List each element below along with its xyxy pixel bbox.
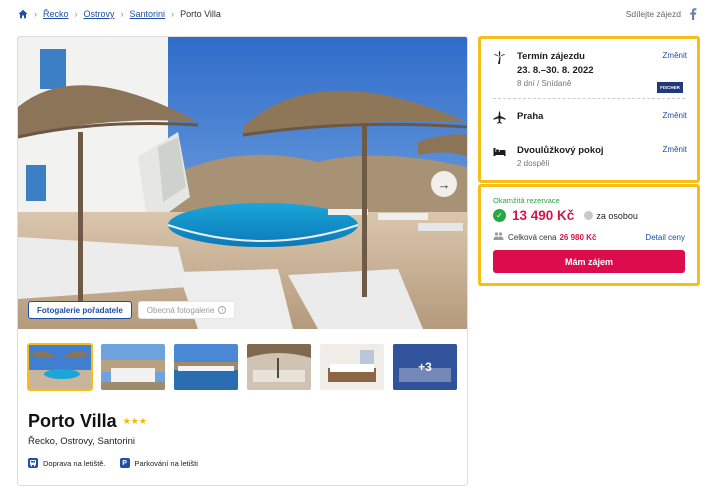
amenity-airport-transfer: Doprava na letiště. — [28, 458, 106, 468]
person-icon — [584, 211, 594, 220]
thumbnail-5[interactable] — [320, 344, 384, 390]
departure-city: Praha — [517, 111, 544, 122]
thumbnail-3[interactable] — [174, 344, 238, 390]
amenity-airport-parking: P Parkování na letišti — [119, 458, 198, 468]
tab-organizer-gallery[interactable]: Fotogalerie pořadatele — [28, 301, 132, 319]
total-price-label: Celková cena — [508, 232, 557, 242]
more-photos-count: +3 — [393, 344, 457, 390]
term-title: Termín zájezdu — [517, 51, 585, 62]
hero-photo[interactable] — [18, 37, 467, 329]
departure-row: Praha Změnit — [493, 111, 687, 125]
term-detail: 8 dní / Snídaně — [517, 79, 572, 88]
thumbnail-1[interactable] — [27, 343, 93, 391]
total-price-row: Celková cena 26 980 Kč Detail ceny — [493, 232, 685, 242]
change-room-link[interactable]: Změnit — [663, 145, 687, 168]
operator-logo: FISCHER — [657, 82, 683, 93]
share-label: Sdílejte zájezd — [625, 9, 681, 19]
share-link[interactable]: Sdílejte zájezd — [626, 8, 697, 20]
home-icon[interactable] — [18, 9, 28, 19]
per-person-label: za osobou — [596, 210, 638, 221]
chevron-right-icon: › — [171, 9, 175, 19]
amenity-label: Parkování na letišti — [134, 458, 198, 468]
gallery-tabs: Fotogalerie pořadatele Obecná fotogaleri… — [28, 301, 236, 319]
breadcrumb-current: Porto Villa — [180, 9, 221, 19]
info-icon[interactable]: i — [218, 306, 227, 314]
per-person: za osobou — [584, 211, 638, 221]
airplane-icon — [493, 111, 507, 125]
room-row: Dvoulůžkový pokoj 2 dospělí Změnit — [493, 145, 687, 168]
price-detail-link[interactable]: Detail ceny — [645, 233, 685, 242]
hotel-name: Porto Villa — [28, 411, 117, 431]
tab-label: Obecná fotogalerie — [146, 305, 215, 315]
breadcrumb: › Řecko › Ostrovy › Santorini › Porto Vi… — [18, 8, 221, 20]
star-rating: ★★★ — [122, 416, 147, 426]
thumbnail-2[interactable] — [101, 344, 165, 390]
hotel-location: Řecko, Ostrovy, Santorini — [28, 436, 136, 447]
breadcrumb-link-recko[interactable]: Řecko — [43, 9, 69, 19]
facebook-icon[interactable] — [689, 8, 697, 20]
hotel-title: Porto Villa ★★★ — [28, 411, 147, 432]
guest-count: 2 dospělí — [517, 159, 550, 168]
trip-summary: Termín zájezdu 23. 8.–30. 8. 2022 8 dní … — [478, 36, 700, 183]
change-departure-link[interactable]: Změnit — [663, 111, 687, 125]
price-box: Okamžitá rezervace ✓ 13 490 Kč za osobou… — [478, 184, 700, 286]
instant-booking-label: Okamžitá rezervace — [493, 196, 560, 205]
thumbnail-6[interactable]: +3 — [393, 344, 457, 390]
bed-icon — [493, 145, 507, 159]
total-price: 26 980 Kč — [559, 232, 597, 242]
room-type: Dvoulůžkový pokoj — [517, 145, 604, 156]
bus-icon — [28, 458, 38, 468]
term-dates: 23. 8.–30. 8. 2022 — [517, 65, 594, 76]
amenity-label: Doprava na letiště. — [43, 458, 106, 468]
tab-label: Fotogalerie pořadatele — [37, 305, 123, 315]
thumbnail-strip: +3 — [27, 343, 457, 391]
gallery-next-button[interactable]: → — [431, 171, 457, 197]
group-icon — [493, 232, 504, 242]
price-row: ✓ 13 490 Kč za osobou — [493, 208, 638, 223]
divider — [493, 98, 685, 99]
chevron-right-icon: › — [74, 9, 78, 19]
thumbnail-4[interactable] — [247, 344, 311, 390]
breadcrumb-link-ostrovy[interactable]: Ostrovy — [84, 9, 115, 19]
palm-icon — [493, 51, 507, 65]
hotel-card: → Fotogalerie pořadatele Obecná fotogale… — [17, 36, 468, 486]
breadcrumb-link-santorini[interactable]: Santorini — [130, 9, 166, 19]
parking-icon: P — [119, 458, 130, 468]
amenities: Doprava na letiště. P Parkování na letiš… — [28, 458, 198, 468]
chevron-right-icon: › — [120, 9, 124, 19]
arrow-right-icon: → — [437, 176, 451, 192]
interest-button[interactable]: Mám zájem — [493, 250, 685, 273]
chevron-right-icon: › — [34, 9, 37, 19]
price-per-person: 13 490 Kč — [512, 208, 575, 223]
check-icon: ✓ — [493, 209, 506, 222]
tab-general-gallery[interactable]: Obecná fotogalerie i — [137, 301, 236, 319]
